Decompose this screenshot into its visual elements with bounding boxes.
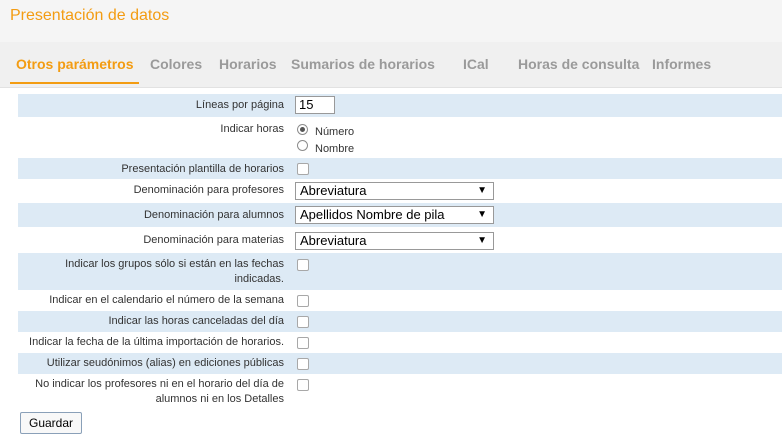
- tab-horas-de-consulta[interactable]: Horas de consulta: [518, 56, 639, 72]
- alumnos-select[interactable]: Apellidos Nombre de pila ▼: [295, 206, 494, 224]
- dropdown-arrow-icon: ▼: [477, 209, 487, 220]
- profesores-label: Denominación para profesores: [133, 184, 284, 196]
- lineas-label: Líneas por página: [195, 99, 284, 111]
- dropdown-arrow-icon: ▼: [477, 185, 487, 196]
- row-plantilla: Presentación plantilla de horarios: [18, 158, 782, 179]
- row-canceladas: Indicar las horas canceladas del día: [18, 311, 782, 332]
- materias-label: Denominación para materias: [143, 234, 284, 246]
- importacion-label: Indicar la fecha de la última importació…: [29, 336, 284, 348]
- noprof-label-line1: No indicar los profesores ni en el horar…: [35, 378, 284, 390]
- row-no-profesores: No indicar los profesores ni en el horar…: [18, 374, 782, 410]
- tab-colores[interactable]: Colores: [150, 56, 202, 72]
- alumnos-selected-value: Apellidos Nombre de pila: [300, 207, 445, 222]
- radio-nombre-label: Nombre: [315, 143, 355, 155]
- row-lineas-por-pagina: Líneas por página 15: [18, 94, 782, 117]
- radio-numero[interactable]: [297, 124, 308, 135]
- grupos-label-line1: Indicar los grupos sólo si están en las …: [65, 258, 284, 270]
- semana-label: Indicar en el calendario el número de la…: [49, 294, 284, 306]
- materias-select[interactable]: Abreviatura ▼: [295, 232, 494, 250]
- lineas-input[interactable]: 15: [295, 96, 335, 114]
- canceladas-checkbox[interactable]: [297, 316, 309, 328]
- profesores-select[interactable]: Abreviatura ▼: [295, 182, 494, 200]
- tab-horarios[interactable]: Horarios: [219, 56, 277, 72]
- dropdown-arrow-icon: ▼: [477, 235, 487, 246]
- noprof-label: No indicar los profesores ni en el horar…: [35, 377, 284, 407]
- alias-checkbox[interactable]: [297, 358, 309, 370]
- alumnos-label: Denominación para alumnos: [143, 209, 284, 221]
- tab-bar: Otros parámetros Colores Horarios Sumari…: [0, 42, 782, 88]
- horas-label: Indicar horas: [220, 123, 284, 135]
- semana-checkbox[interactable]: [297, 295, 309, 307]
- grupos-label-line2: indicadas.: [234, 273, 284, 285]
- row-profesores: Denominación para profesores Abreviatura…: [18, 179, 782, 203]
- profesores-selected-value: Abreviatura: [300, 183, 367, 198]
- noprof-label-line2: alumnos ni en los Detalles: [155, 393, 284, 405]
- title-bar: Presentación de datos: [0, 0, 782, 42]
- row-indicar-horas: Indicar horas Número Nombre: [18, 117, 782, 158]
- plantilla-checkbox[interactable]: [297, 163, 309, 175]
- materias-selected-value: Abreviatura: [300, 233, 367, 248]
- radio-numero-label: Número: [315, 126, 355, 138]
- row-importacion: Indicar la fecha de la última importació…: [18, 332, 782, 353]
- row-grupos: Indicar los grupos sólo si están en las …: [18, 253, 782, 290]
- page-title: Presentación de datos: [10, 7, 170, 24]
- tab-sumarios-de-horarios[interactable]: Sumarios de horarios: [291, 56, 435, 72]
- plantilla-label: Presentación plantilla de horarios: [121, 163, 284, 175]
- tab-ical[interactable]: ICal: [463, 56, 489, 72]
- row-alumnos: Denominación para alumnos Apellidos Nomb…: [18, 203, 782, 227]
- radio-selected-dot-icon: [300, 127, 305, 132]
- canceladas-label: Indicar las horas canceladas del día: [108, 315, 285, 327]
- row-semana: Indicar en el calendario el número de la…: [18, 290, 782, 311]
- row-materias: Denominación para materias Abreviatura ▼: [18, 227, 782, 253]
- save-button[interactable]: Guardar: [20, 412, 82, 434]
- active-tab-indicator: [10, 82, 139, 84]
- tab-otros-parametros[interactable]: Otros parámetros: [16, 56, 133, 72]
- row-alias: Utilizar seudónimos (alias) en ediciones…: [18, 353, 782, 374]
- noprof-checkbox[interactable]: [297, 379, 309, 391]
- grupos-checkbox[interactable]: [297, 259, 309, 271]
- importacion-checkbox[interactable]: [297, 337, 309, 349]
- grupos-label: Indicar los grupos sólo si están en las …: [65, 257, 284, 287]
- radio-nombre[interactable]: [297, 140, 308, 151]
- alias-label: Utilizar seudónimos (alias) en ediciones…: [46, 357, 284, 369]
- tab-informes[interactable]: Informes: [652, 56, 711, 72]
